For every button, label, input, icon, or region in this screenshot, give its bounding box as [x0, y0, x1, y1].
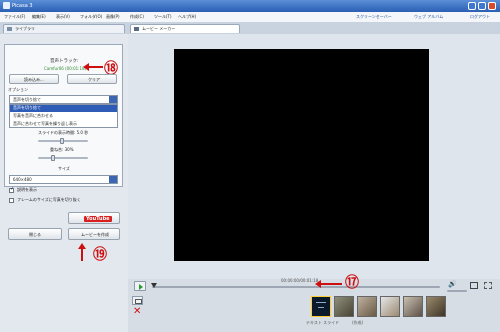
annotation-arrow-19	[81, 247, 83, 261]
link-logout[interactable]: ログアウト	[470, 15, 490, 19]
annotation-arrowhead-19	[78, 243, 86, 249]
dropdown-arrow-icon	[109, 96, 117, 103]
option-cut-audio[interactable]: 音声を切り捨て	[13, 106, 41, 110]
add-slide-button[interactable]	[132, 296, 143, 305]
menu-picture[interactable]: 画像(P)	[106, 15, 120, 19]
annotation-arrowhead-17	[315, 280, 321, 288]
size-label: サイズ	[58, 166, 70, 171]
youtube-button[interactable]: YouTube	[68, 212, 120, 224]
title-bar: Picasa 3	[0, 0, 500, 12]
picasa-app-icon	[3, 2, 10, 9]
filmstrip-thumb-3[interactable]	[380, 296, 400, 317]
play-button[interactable]	[134, 281, 146, 291]
library-icon	[7, 27, 12, 31]
text-slide-icon-line2	[318, 307, 324, 308]
audio-track-name: Camfur06 (00:01:18)	[44, 66, 87, 71]
options-dropdown[interactable]: 音声を切り捨て	[9, 95, 118, 104]
filmstrip-text-slide[interactable]	[311, 296, 331, 317]
filmstrip-thumb-1[interactable]	[334, 296, 354, 317]
menu-help[interactable]: ヘルプ(H)	[178, 15, 196, 19]
clear-audio-label: クリア	[88, 77, 100, 82]
load-audio-button[interactable]: 読み込み...	[9, 74, 59, 84]
load-audio-label: 読み込み...	[24, 77, 44, 82]
option-fit-photos[interactable]: 写真を音声に合わせる	[13, 114, 53, 118]
create-movie-button[interactable]: ムービーを作成	[68, 228, 120, 240]
menu-file[interactable]: ファイル(F)	[4, 15, 25, 19]
full-frame-label: フレームのサイズに写真を切り抜く	[17, 197, 81, 202]
full-frame-checkbox[interactable]	[9, 198, 14, 203]
menu-create[interactable]: 作成(C)	[130, 15, 144, 19]
tab-library-label: ライブラリ	[15, 26, 35, 31]
tab-movie-maker[interactable]: ムービー メーカー	[130, 24, 240, 33]
slide-icon	[135, 299, 142, 304]
size-dropdown-arrow-icon	[109, 176, 117, 183]
create-movie-label: ムービーを作成	[81, 232, 109, 237]
text-slide-icon	[316, 302, 326, 303]
minimize-button[interactable]	[468, 2, 476, 10]
show-caption-checkbox[interactable]: ✓	[9, 186, 15, 193]
overlap-label: 重ね合: 30%	[50, 147, 74, 152]
timeline-track[interactable]	[152, 286, 440, 288]
fullscreen-icon[interactable]	[470, 282, 478, 289]
annotation-arrow-17	[320, 283, 342, 285]
checkmark-icon: ✓	[10, 186, 15, 192]
movie-icon	[134, 27, 139, 31]
play-icon	[139, 284, 143, 290]
annotation-arrow-18	[87, 66, 103, 68]
timeline-time: 00:00:00/00:01:18	[281, 278, 319, 283]
menu-view[interactable]: 表示(V)	[56, 15, 70, 19]
annotation-19: ⑲	[93, 247, 107, 263]
size-dropdown[interactable]: 640×480	[9, 175, 118, 184]
volume-icon[interactable]: 🔊	[448, 280, 457, 288]
filmstrip-action[interactable]: (作成)	[352, 321, 363, 325]
menu-edit[interactable]: 編集(E)	[32, 15, 46, 19]
tab-bar: ライブラリ ムービー メーカー	[0, 22, 500, 34]
timeline-start-marker[interactable]	[151, 283, 157, 288]
filmstrip-thumb-4[interactable]	[403, 296, 423, 317]
tab-movie-maker-label: ムービー メーカー	[142, 26, 176, 31]
filmstrip-text-slide-label: テキスト スライド	[306, 320, 340, 325]
overlap-slider[interactable]	[38, 157, 88, 159]
delete-clip-button[interactable]: ✕	[132, 306, 143, 319]
close-button[interactable]: 閉じる	[8, 228, 62, 240]
link-web-album[interactable]: ウェブ アルバム	[414, 15, 443, 19]
add-frame-icon[interactable]	[484, 282, 492, 289]
filmstrip-thumb-5[interactable]	[426, 296, 446, 317]
size-value: 640×480	[13, 177, 32, 182]
youtube-logo: YouTube	[84, 216, 112, 222]
overlap-thumb[interactable]	[51, 155, 55, 161]
options-selected-value: 音声を切り捨て	[13, 97, 41, 102]
delete-x-icon: ✕	[133, 306, 142, 317]
slide-duration-thumb[interactable]	[60, 138, 64, 144]
maximize-button[interactable]	[478, 2, 486, 10]
menu-folder[interactable]: フォルダ(O)	[80, 15, 102, 19]
volume-slider[interactable]	[447, 290, 467, 292]
options-label: オプション	[8, 87, 28, 92]
slide-duration-label: スライドの表示時間: 5.0 秒	[38, 130, 89, 135]
close-button-label: 閉じる	[29, 232, 41, 237]
link-screensaver[interactable]: スクリーンセーバー	[356, 15, 392, 19]
option-repeat-photos[interactable]: 音声に合わせて写真を繰り返し表示	[13, 122, 77, 126]
close-window-button[interactable]	[488, 2, 496, 10]
tab-library[interactable]: ライブラリ	[3, 24, 125, 33]
filmstrip-thumb-2[interactable]	[357, 296, 377, 317]
audio-track-heading: 音声トラック:	[50, 59, 79, 64]
annotation-17: ⑰	[345, 275, 359, 291]
options-list: 音声を切り捨て 写真を音声に合わせる 音声に合わせて写真を繰り返し表示	[9, 104, 118, 128]
clear-audio-button[interactable]: クリア	[67, 74, 117, 84]
show-caption-label: 説明を表示	[17, 187, 37, 192]
annotation-arrowhead-18	[83, 63, 89, 71]
window-title: Picasa 3	[12, 3, 33, 9]
menu-tools[interactable]: ツール(T)	[154, 15, 172, 19]
movie-preview	[174, 49, 429, 261]
